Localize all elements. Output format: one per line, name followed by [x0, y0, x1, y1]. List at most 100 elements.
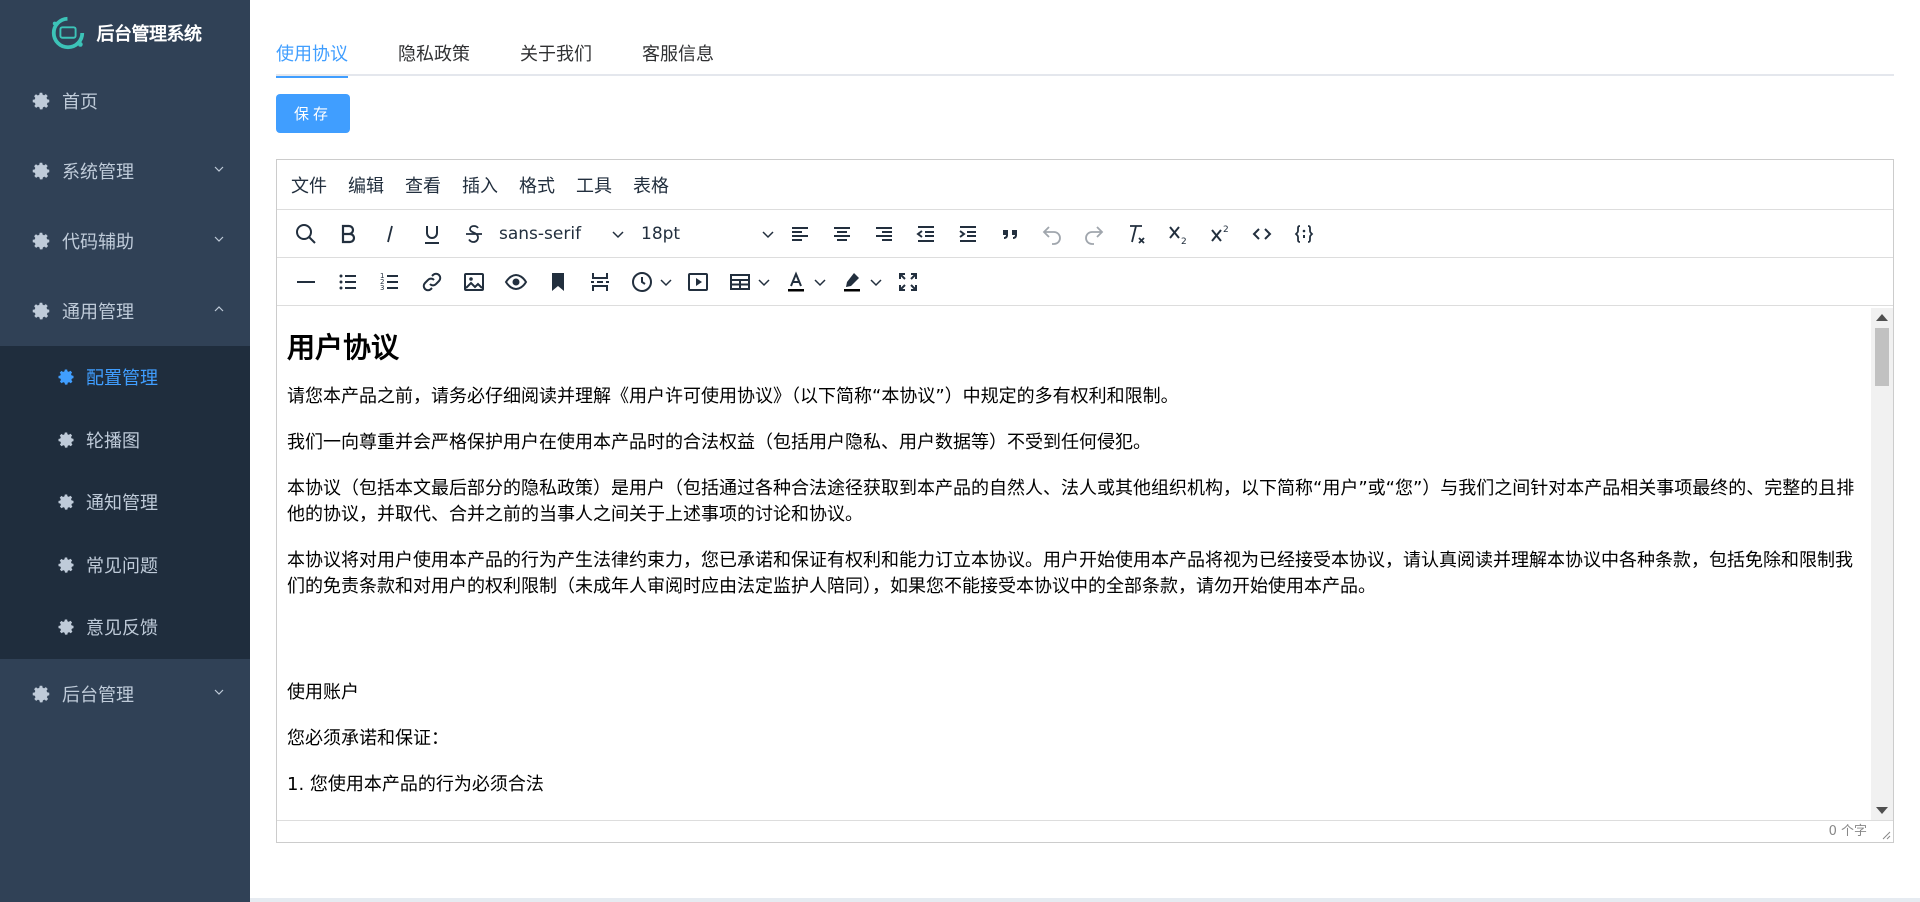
highlight-icon-wrap [835, 265, 869, 299]
insert-datetime-button[interactable] [625, 265, 673, 299]
save-button[interactable]: 保存 [276, 94, 350, 133]
outdent-button[interactable] [909, 217, 943, 251]
content-paragraph: 本协议（包括本文最后部分的隐私政策）是用户（包括通过各种合法途径获取到本产品的自… [287, 478, 1855, 526]
sidebar-item-faq[interactable]: 常见问题 [0, 534, 250, 597]
logo[interactable]: 后台管理系统 [0, 0, 250, 66]
sidebar-item-code[interactable]: 代码辅助 [0, 206, 250, 276]
horizontal-rule-icon [297, 280, 315, 283]
tab-about-us[interactable]: 关于我们 [520, 30, 616, 76]
align-left-button[interactable] [783, 217, 817, 251]
preview-button[interactable] [499, 265, 533, 299]
link-button[interactable] [415, 265, 449, 299]
gear-icon [32, 162, 50, 180]
menu-file[interactable]: 文件 [291, 172, 327, 198]
redo-icon [1085, 225, 1104, 245]
gear-icon [32, 302, 50, 320]
editor-menubar: 文件 编辑 查看 插入 格式 工具 表格 [277, 160, 1893, 210]
sidebar-item-general[interactable]: 通用管理 [0, 276, 250, 346]
clear-format-button[interactable] [1119, 217, 1153, 251]
undo-button[interactable] [1035, 217, 1069, 251]
content-paragraph: 使用账户 [287, 682, 359, 704]
code-sample-button[interactable] [1287, 217, 1321, 251]
fullscreen-button[interactable] [891, 265, 925, 299]
gear-icon [32, 685, 50, 702]
main-content: 使用协议 隐私政策 关于我们 客服信息 保存 文件 编辑 查看 插入 格式 工具… [250, 0, 1920, 902]
align-right-button[interactable] [867, 217, 901, 251]
font-size-select[interactable]: 18pt [633, 217, 775, 251]
text-color-icon [788, 270, 804, 291]
menu-format[interactable]: 格式 [519, 172, 555, 198]
highlight-icon [844, 272, 860, 291]
gear-icon [58, 369, 74, 385]
menu-tools[interactable]: 工具 [576, 172, 612, 198]
subscript-button[interactable]: 2 [1161, 217, 1195, 251]
logo-icon [51, 16, 84, 50]
strikethrough-button[interactable] [457, 217, 491, 251]
numbered-list-button[interactable]: 123 [373, 265, 407, 299]
content-paragraph: 请您本产品之前，请务必仔细阅读并理解《用户许可使用协议》（以下简称“本协议”）中… [287, 386, 1179, 408]
tab-privacy-policy[interactable]: 隐私政策 [398, 30, 494, 76]
chevron-down-icon [762, 230, 774, 238]
numbered-list-icon: 123 [380, 272, 398, 292]
sidebar-item-system[interactable]: 系统管理 [0, 136, 250, 206]
sidebar-item-label: 常见问题 [86, 555, 158, 577]
quote-icon [1003, 229, 1017, 239]
page-break-button[interactable] [583, 265, 617, 299]
menu-table[interactable]: 表格 [633, 172, 669, 198]
sidebar-menu: 首页 系统管理 代码辅助 通用管理 [0, 66, 250, 346]
sidebar-item-config[interactable]: 配置管理 [0, 346, 250, 409]
sidebar-item-label: 通用管理 [62, 302, 134, 323]
editor-content[interactable]: 用户协议 请您本产品之前，请务必仔细阅读并理解《用户许可使用协议》（以下简称“本… [277, 308, 1871, 820]
bold-button[interactable] [331, 217, 365, 251]
chevron-down-icon [758, 278, 770, 286]
content-paragraph: 我们一向尊重并会严格保护用户在使用本产品时的合法权益（包括用户隐私、用户数据等）… [287, 432, 1151, 454]
scroll-up-arrow[interactable] [1876, 314, 1888, 321]
table-button[interactable] [723, 265, 771, 299]
outdent-icon [916, 225, 934, 242]
menu-edit[interactable]: 编辑 [348, 172, 384, 198]
menu-view[interactable]: 查看 [405, 172, 441, 198]
content-heading: 用户协议 [287, 331, 400, 364]
gear-icon [58, 494, 74, 510]
sidebar-item-admin[interactable]: 后台管理 [0, 659, 250, 729]
link-icon [422, 272, 442, 291]
scroll-thumb[interactable] [1875, 328, 1889, 386]
underline-button[interactable] [415, 217, 449, 251]
media-button[interactable] [681, 265, 715, 299]
text-color-icon-wrap [779, 265, 813, 299]
sidebar-item-carousel[interactable]: 轮播图 [0, 409, 250, 472]
word-count: 0 个字 [1828, 824, 1867, 839]
italic-button[interactable] [373, 217, 407, 251]
align-center-button[interactable] [825, 217, 859, 251]
image-icon [464, 272, 484, 291]
superscript-button[interactable]: 2 [1203, 217, 1237, 251]
sidebar-item-home[interactable]: 首页 [0, 66, 250, 136]
search-replace-button[interactable] [289, 217, 323, 251]
redo-button[interactable] [1077, 217, 1111, 251]
bullet-list-button[interactable] [331, 265, 365, 299]
font-family-select[interactable]: sans-serif [499, 217, 625, 251]
resize-handle-icon[interactable] [1879, 828, 1891, 840]
italic-icon [387, 225, 393, 242]
editor-scrollbar[interactable] [1871, 308, 1893, 820]
code-button[interactable] [1245, 217, 1279, 251]
blockquote-button[interactable] [993, 217, 1027, 251]
horizontal-rule-button[interactable] [289, 265, 323, 299]
sidebar-item-notice[interactable]: 通知管理 [0, 471, 250, 534]
sidebar-item-feedback[interactable]: 意见反馈 [0, 596, 250, 659]
tab-customer-service[interactable]: 客服信息 [642, 30, 738, 76]
bookmark-button[interactable] [541, 265, 575, 299]
editor-toolbar-2: 123 [277, 258, 1893, 306]
menu-insert[interactable]: 插入 [462, 172, 498, 198]
highlight-color-button[interactable] [835, 265, 883, 299]
svg-text:3: 3 [380, 284, 384, 292]
sidebar-item-label: 轮播图 [86, 430, 140, 452]
bold-icon [341, 224, 356, 243]
image-button[interactable] [457, 265, 491, 299]
tab-user-agreement[interactable]: 使用协议 [276, 30, 372, 78]
text-color-button[interactable] [779, 265, 827, 299]
code-sample-icon [1294, 224, 1314, 243]
indent-button[interactable] [951, 217, 985, 251]
chevron-down-icon [660, 278, 672, 286]
scroll-down-arrow[interactable] [1876, 807, 1888, 814]
